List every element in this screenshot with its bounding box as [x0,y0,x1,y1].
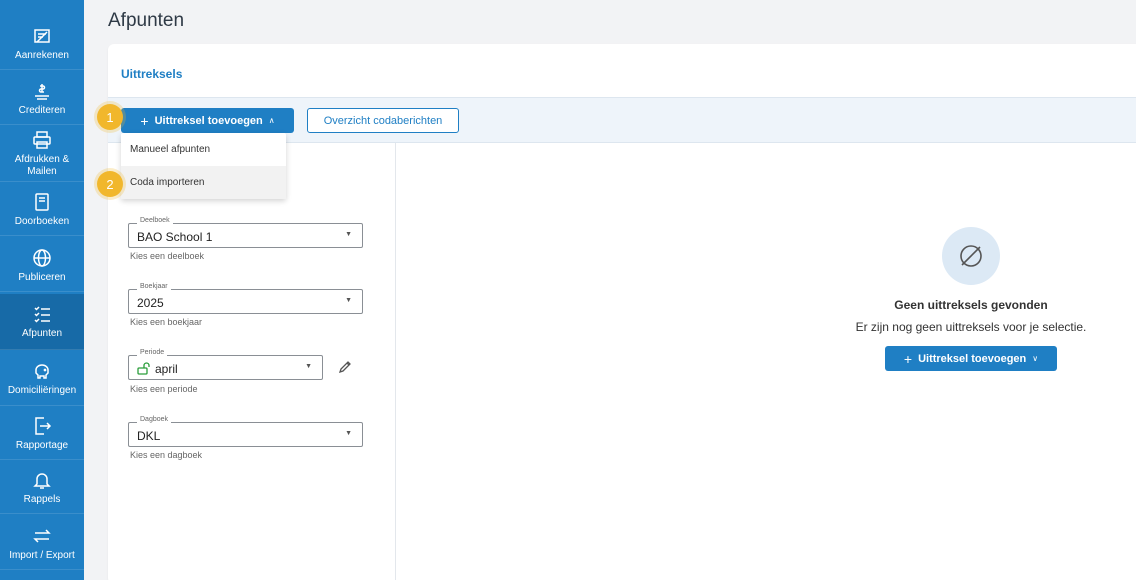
sidebar-item-afdrukken-mailen[interactable]: Afdrukken & Mailen [0,126,84,182]
sidebar-item-afpunten[interactable]: Afpunten [0,294,84,350]
coda-overview-button[interactable]: Overzicht codaberichten [307,108,459,133]
swap-arrows-icon [31,525,53,547]
periode-label: Periode [137,349,168,356]
dagboek-value: DKL [137,429,161,443]
deelboek-hint: Kies een deelboek [130,251,205,261]
sidebar-item-crediteren[interactable]: Crediteren [0,73,84,125]
empty-add-statement-label: Uittreksel toevoegen [918,352,1027,365]
dagboek-select[interactable]: Dagboek DKL ▼ [128,416,363,447]
boekjaar-hint: Kies een boekjaar [130,317,203,327]
dagboek-hint: Kies een dagboek [130,450,203,460]
boekjaar-value: 2025 [137,296,164,310]
periode-value-wrap: april [137,362,178,376]
boekjaar-label: Boekjaar [137,283,171,290]
globe-icon [31,247,53,269]
step-badge-1: 1 [97,104,123,130]
step-badge-2: 2 [97,171,123,197]
sidebar-item-rappels[interactable]: Rappels [0,462,84,514]
sidebar-item-aanrekenen[interactable]: Aanrekenen [0,18,84,70]
sidebar-item-import-export[interactable]: Import / Export [0,518,84,570]
chevron-down-icon: ∨ [1032,354,1039,363]
add-statement-button[interactable]: + Uittreksel toevoegen ∧ [121,108,294,133]
periode-value: april [155,362,178,376]
sidebar-item-publiceren[interactable]: Publiceren [0,240,84,292]
invoice-icon [31,25,53,47]
add-statement-menu: Manueel afpunten Coda importeren [121,133,286,199]
sidebar-item-label: Domiciliëringen [7,385,77,396]
checklist-icon [31,303,53,325]
sidebar-item-rapportage[interactable]: Rapportage [0,408,84,460]
plus-icon: + [903,350,913,367]
dagboek-label: Dagboek [137,416,172,423]
plus-icon: + [140,112,149,129]
unlock-icon [137,362,151,375]
sidebar-item-label: Doorboeken [14,216,70,227]
piggy-bank-icon [31,360,53,382]
pencil-icon[interactable] [337,359,353,375]
deelboek-select[interactable]: Deelboek BAO School 1 ▼ [128,217,363,248]
chevron-up-icon: ∧ [268,116,275,125]
deelboek-label: Deelboek [137,217,173,224]
sidebar-item-doorboeken[interactable]: Doorboeken [0,184,84,236]
card-title: Uittreksels [121,67,183,81]
sidebar-item-label: Import / Export [9,550,75,561]
sidebar-item-label: Afpunten [21,328,63,339]
chevron-down-icon: ▼ [305,363,312,370]
bell-icon [31,469,53,491]
hand-money-icon [31,80,53,102]
sidebar-item-label: Publiceren [18,272,66,283]
chevron-down-icon: ▼ [345,231,352,238]
sidebar-item-label: Aanrekenen [15,50,69,61]
printer-icon [31,129,53,151]
add-statement-label: Uittreksel toevoegen [154,114,263,127]
sidebar-item-label: Rappels [23,494,61,505]
periode-hint: Kies een periode [130,384,198,394]
pane-divider [395,143,396,580]
deelboek-value: BAO School 1 [137,230,213,244]
chevron-down-icon: ▼ [345,297,352,304]
sidebar: Aanrekenen Crediteren Afdrukken & Mailen… [0,0,84,580]
sidebar-item-domicilieringen[interactable]: Domiciliëringen [0,352,84,406]
sidebar-item-label: Afdrukken & Mailen [14,154,70,177]
page-title: Afpunten [108,10,185,31]
empty-state-title: Geen uittreksels gevonden [894,298,1048,312]
chevron-down-icon: ▼ [345,430,352,437]
sidebar-item-label: Rapportage [15,440,69,451]
book-icon [31,191,53,213]
empty-icon [942,227,1000,285]
menu-item-coda-importeren[interactable]: Coda importeren [121,166,286,199]
empty-add-statement-button[interactable]: + Uittreksel toevoegen ∨ [885,346,1057,371]
boekjaar-select[interactable]: Boekjaar 2025 ▼ [128,283,363,314]
menu-item-manueel-afpunten[interactable]: Manueel afpunten [121,133,286,166]
periode-select[interactable]: Periode april ▼ [128,349,323,380]
sidebar-item-label: Crediteren [18,105,66,116]
empty-state-subtitle: Er zijn nog geen uittreksels voor je sel… [855,320,1087,334]
document-export-icon [31,415,53,437]
